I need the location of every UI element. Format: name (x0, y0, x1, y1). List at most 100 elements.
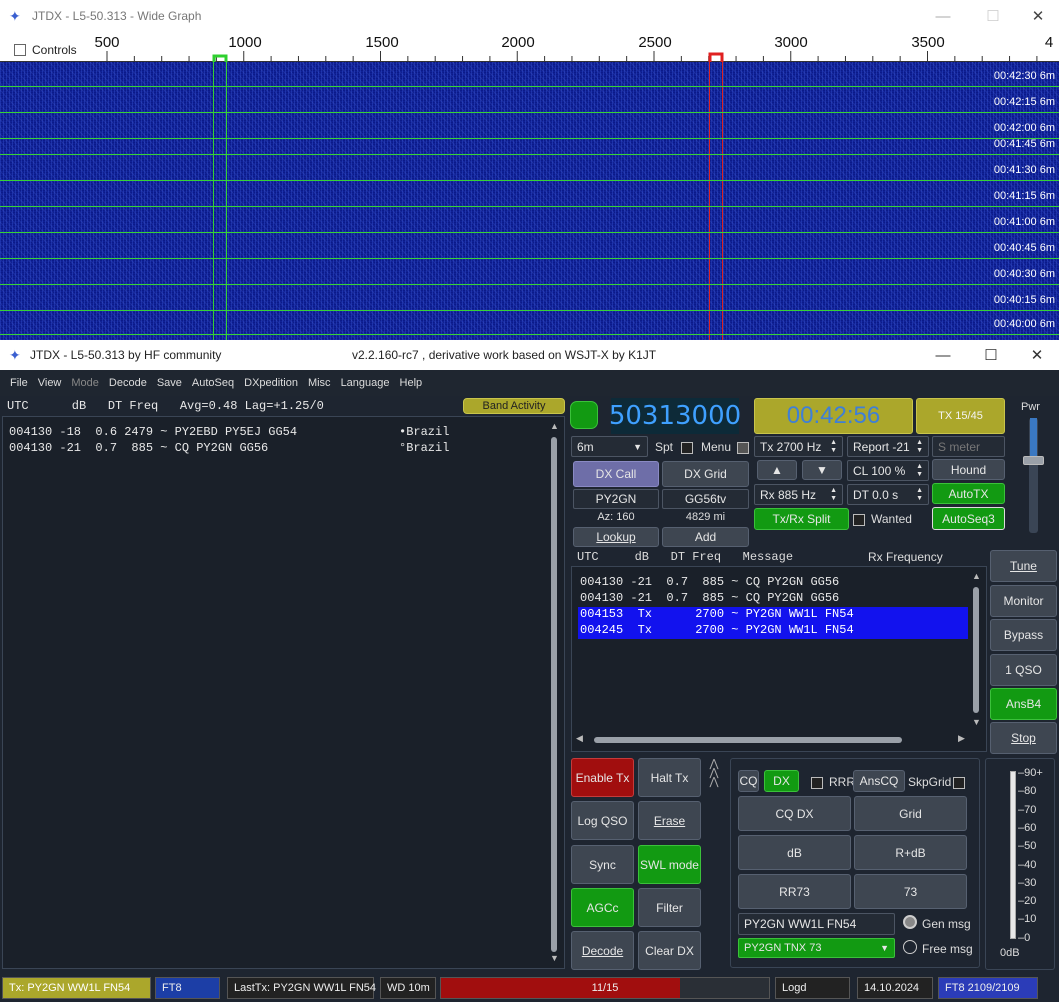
dial-frequency[interactable]: 50313000 (609, 398, 741, 434)
tab-arrows-icon[interactable]: ⋀ ⋀ ⋀ (707, 759, 721, 788)
autoseq3-button[interactable]: AutoSeq3 (932, 507, 1005, 530)
menu-checkbox[interactable] (737, 440, 749, 454)
rx-list-scrollbar[interactable]: ▲ ▼ (970, 571, 982, 731)
ansb4-button[interactable]: AnsB4 (990, 688, 1057, 720)
wanted-checkbox[interactable] (853, 512, 865, 526)
arrow-up-icon[interactable]: ▲ (757, 460, 797, 480)
anscq-button[interactable]: AnsCQ (853, 770, 905, 792)
band-activity-list[interactable]: 004130 -18 0.6 2479 ~ PY2EBD PY5EJ GG54 •… (2, 416, 565, 969)
status-date: 14.10.2024 (857, 977, 933, 999)
menu-decode[interactable]: Decode (109, 377, 147, 389)
maximize-icon[interactable]: ☐ (970, 0, 1016, 32)
rx-frequency-row[interactable]: 004130 -21 0.7 885 ~ CQ PY2GN GG56 (578, 575, 968, 591)
agcc-button[interactable]: AGCc (571, 888, 634, 927)
meter-scale-label: –90+ (1018, 767, 1043, 779)
dx-call-button[interactable]: DX Call (573, 461, 659, 487)
autotx-button[interactable]: AutoTX (932, 483, 1005, 504)
bypass-button[interactable]: Bypass (990, 619, 1057, 651)
menu-view[interactable]: View (38, 377, 62, 389)
erase-button[interactable]: Erase (638, 801, 701, 840)
menu-file[interactable]: File (10, 377, 28, 389)
rx-frequency-row[interactable]: 004153 Tx 2700 ~ PY2GN WW1L FN54 (578, 607, 968, 623)
swl-mode-button[interactable]: SWL mode (638, 845, 701, 884)
menu-autoseq[interactable]: AutoSeq (192, 377, 234, 389)
rrr-checkbox[interactable] (811, 775, 823, 789)
band-activity-scrollbar[interactable]: ▲ ▼ (548, 421, 560, 966)
meter-scale-label: –50 (1018, 840, 1037, 853)
menu-mode[interactable]: Mode (71, 377, 99, 389)
waterfall-period-line (0, 310, 1059, 311)
rx-frequency-spinbox[interactable]: Rx 885 Hz ▲ ▼ (754, 484, 843, 505)
tx-frequency-spinbox[interactable]: Tx 2700 Hz ▲ ▼ (754, 436, 843, 457)
close-icon[interactable]: ✕ (1014, 340, 1059, 370)
dx-call-field[interactable]: PY2GN (573, 489, 659, 509)
waterfall-time-label: 00:40:15 6m (993, 294, 1055, 306)
minimize-icon[interactable]: — (920, 340, 966, 370)
dt-spinbox[interactable]: DT 0.0 s ▲ ▼ (847, 484, 929, 505)
waterfall[interactable]: 00:42:30 6m 00:42:15 6m 00:42:00 6m 00:41:4… (0, 62, 1059, 340)
close-icon[interactable]: ✕ (1015, 0, 1059, 32)
rx-frequency-row[interactable]: 004245 Tx 2700 ~ PY2GN WW1L FN54 (578, 623, 968, 639)
hound-button[interactable]: Hound (932, 459, 1005, 480)
rx-list-hscroll[interactable]: ◀ ▶ (576, 733, 966, 747)
menu-save[interactable]: Save (157, 377, 182, 389)
r-db-button[interactable]: R+dB (854, 835, 967, 870)
monitor-button[interactable]: Monitor (990, 585, 1057, 617)
spt-checkbox[interactable] (681, 440, 693, 454)
band-activity-button[interactable]: Band Activity (463, 398, 565, 414)
report-spinbox[interactable]: Report -21 ▲ ▼ (847, 436, 929, 457)
decode-button[interactable]: Decode (571, 931, 634, 970)
73-button[interactable]: 73 (854, 874, 967, 909)
band-activity-row[interactable]: 004130 -18 0.6 2479 ~ PY2EBD PY5EJ GG54 •… (9, 425, 469, 441)
free-msg-select[interactable]: PY2GN TNX 73 ▼ (738, 938, 895, 958)
menu-dxpedition[interactable]: DXpedition (244, 377, 298, 389)
maximize-icon[interactable]: ☐ (968, 340, 1014, 370)
dx-button[interactable]: DX (764, 770, 799, 792)
tune-button[interactable]: Tune (990, 550, 1057, 582)
frequency-scale: Controls 500 1000 1500 2000 2500 3000 3500 4 (0, 32, 1059, 62)
s-meter-field: S meter (932, 436, 1005, 457)
log-qso-button[interactable]: Log QSO (571, 801, 634, 840)
tx-rx-split-button[interactable]: Tx/Rx Split (754, 508, 849, 530)
gen-msg-radio[interactable] (903, 915, 917, 929)
band-select[interactable]: 6m ▼ (571, 436, 648, 457)
waterfall-period-line (0, 138, 1059, 139)
add-button[interactable]: Add (662, 527, 749, 547)
halt-tx-button[interactable]: Halt Tx (638, 758, 701, 797)
clear-dx-button[interactable]: Clear DX (638, 931, 701, 970)
band-activity-header: UTC dB DT Freq Avg=0.48 Lag=+1.25/0 (7, 399, 324, 413)
tx-marker (709, 62, 723, 340)
one-qso-button[interactable]: 1 QSO (990, 654, 1057, 686)
skpgrid-checkbox[interactable] (953, 775, 965, 789)
power-slider[interactable] (1023, 418, 1044, 533)
menu-help[interactable]: Help (400, 377, 423, 389)
enable-tx-button[interactable]: Enable Tx (571, 758, 634, 797)
cq-button[interactable]: CQ (738, 770, 759, 792)
rx-frequency-list[interactable]: 004130 -21 0.7 885 ~ CQ PY2GN GG56 004130… (571, 566, 987, 752)
dx-grid-field[interactable]: GG56tv (662, 489, 749, 509)
band-activity-row[interactable]: 004130 -21 0.7 885 ~ CQ PY2GN GG56 °Brazi… (9, 441, 469, 457)
free-msg-radio[interactable] (903, 940, 917, 954)
rx-frequency-row[interactable]: 004130 -21 0.7 885 ~ CQ PY2GN GG56 (578, 591, 968, 607)
chevron-down-icon: ▼ (633, 441, 642, 452)
rr73-button[interactable]: RR73 (738, 874, 851, 909)
minimize-icon[interactable]: — (920, 0, 966, 32)
filter-button[interactable]: Filter (638, 888, 701, 927)
cl-spinbox[interactable]: CL 100 % ▲ ▼ (847, 460, 929, 481)
lookup-button[interactable]: Lookup (573, 527, 659, 547)
gen-msg-field[interactable]: PY2GN WW1L FN54 (738, 913, 895, 935)
menu-misc[interactable]: Misc (308, 377, 331, 389)
dx-grid-button[interactable]: DX Grid (662, 461, 749, 487)
tx-period-button[interactable]: TX 15/45 (916, 398, 1005, 434)
menu-language[interactable]: Language (341, 377, 390, 389)
sync-button[interactable]: Sync (571, 845, 634, 884)
meter-scale-label: –10 (1018, 913, 1037, 926)
cq-dx-button[interactable]: CQ DX (738, 796, 851, 831)
waterfall-time-label: 00:41:15 6m (993, 190, 1055, 202)
arrow-down-icon[interactable]: ▼ (802, 460, 842, 480)
db-button[interactable]: dB (738, 835, 851, 870)
stop-button[interactable]: Stop (990, 722, 1057, 754)
status-tx: Tx: PY2GN WW1L FN54 (2, 977, 151, 999)
app-icon: ✦ (9, 347, 21, 363)
grid-button[interactable]: Grid (854, 796, 967, 831)
